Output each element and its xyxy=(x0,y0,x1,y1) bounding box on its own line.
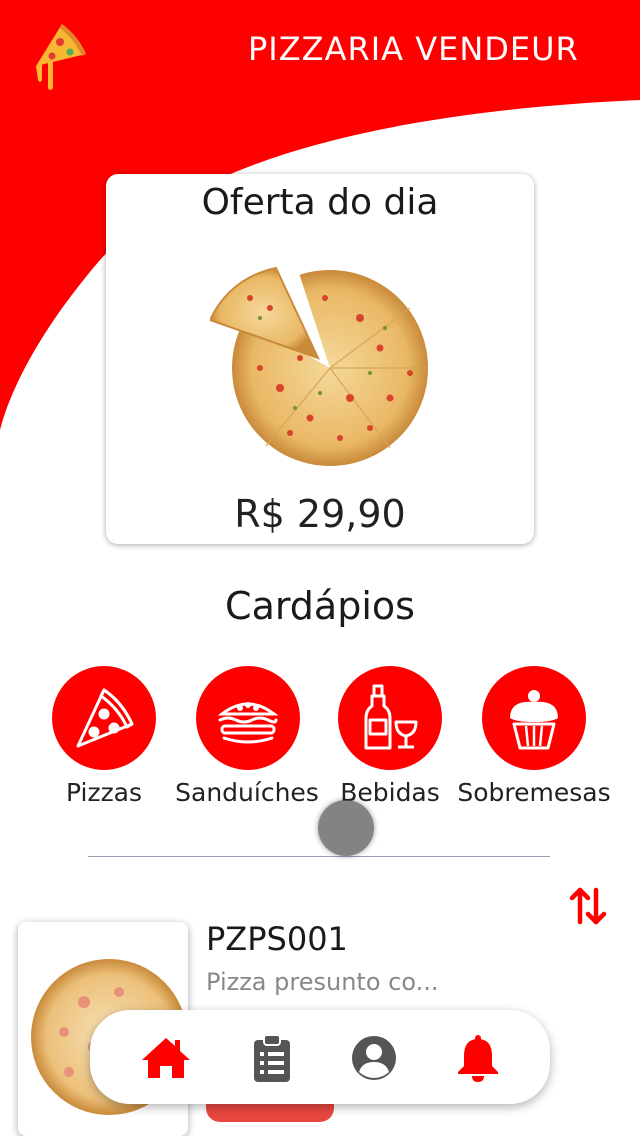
cupcake-icon xyxy=(510,690,558,750)
category-drinks-button[interactable] xyxy=(338,666,442,770)
nav-profile[interactable] xyxy=(348,1032,400,1084)
product-description: Pizza presunto co... xyxy=(206,968,439,996)
section-divider xyxy=(88,856,550,857)
nav-home[interactable] xyxy=(140,1032,192,1084)
app-title: PIZZARIA VENDEUR xyxy=(248,30,579,68)
sandwich-icon xyxy=(217,702,279,744)
touch-indicator xyxy=(318,800,374,856)
category-pizzas-button[interactable] xyxy=(52,666,156,770)
bell-icon xyxy=(458,1035,498,1082)
pizza-image xyxy=(210,264,428,466)
category-label: Sobremesas xyxy=(457,778,611,807)
daily-offer-card[interactable]: Oferta do dia R$ 29,90 xyxy=(106,174,534,544)
user-icon xyxy=(352,1036,396,1080)
pizza-slice-icon xyxy=(76,688,134,748)
nav-notifications[interactable] xyxy=(452,1032,504,1084)
category-desserts-button[interactable] xyxy=(482,666,586,770)
offer-title: Oferta do dia xyxy=(201,182,439,223)
bottom-navigation xyxy=(90,1010,550,1104)
home-icon xyxy=(142,1038,190,1078)
pizza-slice-logo-icon xyxy=(36,24,86,90)
offer-price: R$ 29,90 xyxy=(234,492,406,536)
sort-icon[interactable] xyxy=(568,884,608,928)
menus-title: Cardápios xyxy=(225,584,415,628)
clipboard-icon xyxy=(254,1034,290,1082)
bottle-glass-icon xyxy=(364,684,418,750)
nav-orders[interactable] xyxy=(246,1032,298,1084)
product-code: PZPS001 xyxy=(206,920,348,958)
category-sandwiches-button[interactable] xyxy=(196,666,300,770)
